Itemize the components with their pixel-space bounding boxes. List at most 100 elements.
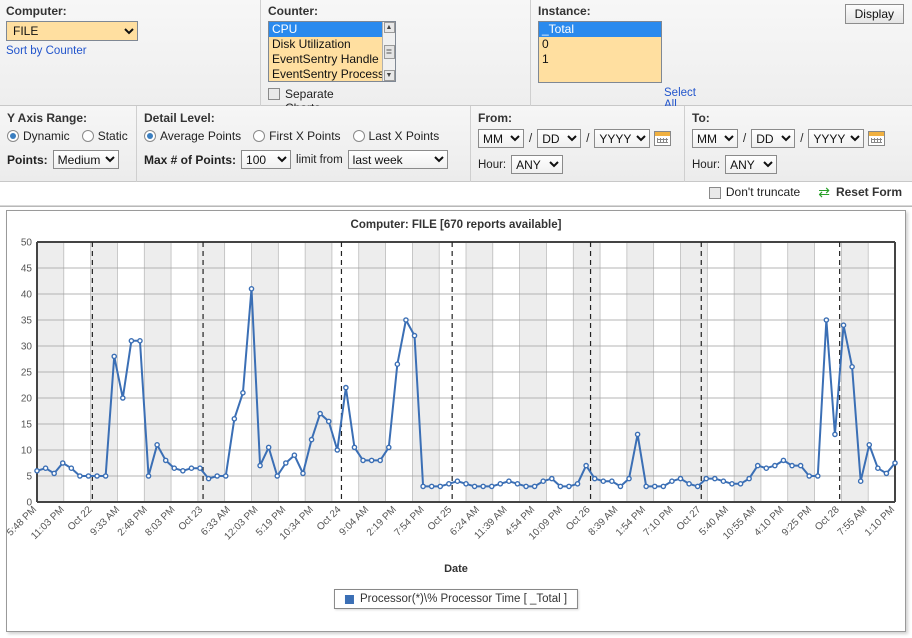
from-hour-row: Hour: ANY xyxy=(478,155,677,174)
svg-text:8:03 PM: 8:03 PM xyxy=(143,504,177,538)
scroll-down-icon[interactable]: ▼ xyxy=(383,70,395,81)
instance-option[interactable]: _Total xyxy=(539,22,661,37)
points-label: Points: xyxy=(7,152,48,167)
calendar-icon[interactable] xyxy=(654,131,672,146)
radio-static[interactable] xyxy=(81,130,94,142)
instance-option[interactable]: 1 xyxy=(539,52,661,67)
y-axis-range-label: Y Axis Range: xyxy=(7,111,88,125)
svg-text:15: 15 xyxy=(21,420,33,431)
from-hour-select[interactable]: ANY xyxy=(511,155,564,174)
svg-text:30: 30 xyxy=(21,342,33,353)
selection-row: Computer: FILE Sort by Counter Counter: … xyxy=(0,0,912,115)
divider xyxy=(260,0,261,106)
radio-dynamic[interactable] xyxy=(7,130,19,142)
radio-average-points[interactable] xyxy=(144,130,156,142)
radio-static-label: Static xyxy=(97,129,128,143)
counter-group: Counter: CPU Disk Utilization EventSentr… xyxy=(268,4,696,115)
instance-option[interactable]: 0 xyxy=(539,37,661,52)
from-month-select[interactable]: MM xyxy=(478,129,524,148)
dont-truncate-label: Don't truncate xyxy=(725,185,801,199)
refresh-icon[interactable]: ⇄ xyxy=(818,185,830,199)
to-hour-label: Hour: xyxy=(692,158,721,171)
date-separator: / xyxy=(586,132,590,145)
from-label: From: xyxy=(478,111,512,125)
svg-text:20: 20 xyxy=(21,394,33,405)
limit-from-label: limit from xyxy=(296,153,343,166)
calendar-icon[interactable] xyxy=(868,131,886,146)
y-axis-range-radios: Dynamic Static xyxy=(7,129,129,143)
chart-legend: Processor(*)\% Processor Time [ _Total ] xyxy=(333,589,579,609)
date-separator: / xyxy=(800,132,804,145)
y-axis-range-group: Y Axis Range: Dynamic Static Points: Med… xyxy=(0,106,136,182)
counter-option[interactable]: Disk Utilization xyxy=(269,37,395,52)
svg-text:10: 10 xyxy=(21,446,33,457)
to-group: To: MM / DD / YYYY Hour: ANY xyxy=(685,106,912,182)
to-label: To: xyxy=(692,111,710,125)
reset-form-button[interactable]: Reset Form xyxy=(836,185,902,199)
radio-last-x-points-label: Last X Points xyxy=(368,129,440,143)
points-row: Points: Medium xyxy=(7,150,129,169)
to-day-select[interactable]: DD xyxy=(751,129,796,148)
to-month-select[interactable]: MM xyxy=(692,129,738,148)
radio-first-x-points[interactable] xyxy=(253,130,266,142)
actions-right: Don't truncate ⇄ Reset Form xyxy=(708,185,902,199)
counter-scrollbar[interactable]: ▲ ≣ ▼ xyxy=(382,22,395,81)
chart-container: Computer: FILE [670 reports available] 0… xyxy=(6,210,906,632)
svg-text:50: 50 xyxy=(21,238,33,249)
options-row: Y Axis Range: Dynamic Static Points: Med… xyxy=(0,106,912,182)
radio-last-x-points[interactable] xyxy=(352,130,365,142)
detail-level-label: Detail Level: xyxy=(144,111,215,125)
points-select[interactable]: Medium xyxy=(52,150,119,169)
svg-text:5: 5 xyxy=(26,472,32,483)
max-points-label: Max # of Points: xyxy=(144,152,237,167)
from-group: From: MM / DD / YYYY Hour: ANY xyxy=(471,106,684,182)
instance-group: Instance: _Total 0 1 xyxy=(538,4,798,83)
to-date-row: MM / DD / YYYY xyxy=(692,129,905,148)
display-button[interactable]: Display xyxy=(844,4,904,24)
scrollbar-thumb[interactable]: ≣ xyxy=(383,44,395,59)
counter-option[interactable]: EventSentry Handle xyxy=(269,52,395,67)
svg-text:35: 35 xyxy=(21,316,33,327)
from-year-select[interactable]: YYYY xyxy=(594,129,651,148)
computer-select[interactable]: FILE xyxy=(6,21,138,41)
svg-text:9:25 PM: 9:25 PM xyxy=(780,504,814,538)
x-axis-title: Date xyxy=(444,563,468,575)
counter-option[interactable]: CPU xyxy=(269,22,395,37)
from-day-select[interactable]: DD xyxy=(537,129,582,148)
counter-label: Counter: xyxy=(268,4,318,18)
max-points-row: Max # of Points: 100 limit from last wee… xyxy=(144,150,463,169)
svg-text:40: 40 xyxy=(21,290,33,301)
plot-area: 0 5 10 15 20 25 30 35 40 45 50 5:48 PM 11:03 PM Oct 2… xyxy=(7,237,905,542)
control-panel: Computer: FILE Sort by Counter Counter: … xyxy=(0,0,912,207)
to-year-select[interactable]: YYYY xyxy=(808,129,865,148)
computer-group: Computer: FILE Sort by Counter xyxy=(6,4,256,57)
separate-charts-checkbox[interactable] xyxy=(268,88,280,100)
limit-from-select[interactable]: last week xyxy=(347,150,448,169)
counter-listbox[interactable]: CPU Disk Utilization EventSentry Handle … xyxy=(268,21,396,82)
display-group: Display xyxy=(844,4,904,24)
computer-label: Computer: xyxy=(6,4,67,18)
max-points-select[interactable]: 100 xyxy=(241,150,292,169)
divider xyxy=(530,0,531,106)
actions-row: Don't truncate ⇄ Reset Form xyxy=(0,182,912,206)
radio-first-x-points-label: First X Points xyxy=(269,129,341,143)
radio-average-points-label: Average Points xyxy=(160,129,242,143)
date-separator: / xyxy=(529,132,533,145)
instance-listbox[interactable]: _Total 0 1 xyxy=(538,21,662,83)
svg-text:1:10 PM: 1:10 PM xyxy=(863,504,897,538)
detail-level-radios: Average Points First X Points Last X Poi… xyxy=(144,129,463,143)
counter-option[interactable]: EventSentry Process xyxy=(269,67,395,81)
sort-by-counter-link[interactable]: Sort by Counter xyxy=(6,45,87,57)
scroll-up-icon[interactable]: ▲ xyxy=(383,22,395,33)
performance-chart-page: Computer: FILE Sort by Counter Counter: … xyxy=(0,0,912,638)
svg-text:25: 25 xyxy=(21,368,33,379)
date-separator: / xyxy=(743,132,747,145)
radio-dynamic-label: Dynamic xyxy=(23,129,70,143)
svg-text:7:54 PM: 7:54 PM xyxy=(392,504,426,538)
dont-truncate-checkbox[interactable] xyxy=(708,186,721,199)
svg-text:7:10 PM: 7:10 PM xyxy=(642,504,676,538)
from-date-row: MM / DD / YYYY xyxy=(478,129,677,148)
detail-level-group: Detail Level: Average Points First X Poi… xyxy=(137,106,470,182)
to-hour-row: Hour: ANY xyxy=(692,155,905,174)
to-hour-select[interactable]: ANY xyxy=(725,155,778,174)
